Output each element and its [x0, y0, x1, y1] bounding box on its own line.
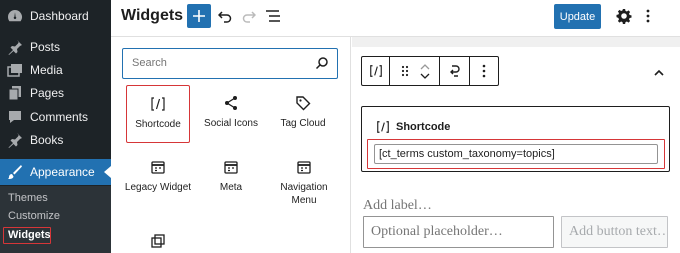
- sidebar-item-label: Appearance: [30, 165, 95, 179]
- sidebar-item-comments[interactable]: Comments: [0, 105, 111, 129]
- sidebar-item-pages[interactable]: Pages: [0, 81, 111, 105]
- submenu-item-customize[interactable]: Customize: [8, 210, 60, 222]
- chevron-up-icon: [420, 63, 429, 69]
- shortcode-block-title: Shortcode: [376, 120, 450, 134]
- pin-icon: [6, 131, 24, 149]
- sidebar-item-label: Posts: [30, 40, 61, 54]
- transform-icon: [449, 65, 460, 77]
- block-options-button[interactable]: [474, 60, 494, 82]
- block-type-button[interactable]: [366, 60, 386, 82]
- block-search-field[interactable]: [122, 48, 338, 79]
- block-inserter-panel: Shortcode Social Icons Tag Cloud Legacy …: [111, 37, 351, 253]
- duplicate-icon: [151, 234, 165, 248]
- block-item-label: Navigation Menu: [280, 182, 328, 206]
- more-vertical-icon: [646, 9, 650, 23]
- page-title: Widgets: [121, 7, 184, 24]
- sidebar-item-label: Dashboard: [30, 9, 89, 23]
- block-mover-segment: [390, 57, 440, 85]
- submenu-item-themes[interactable]: Themes: [8, 192, 48, 204]
- editor-canvas: Shortcode [ct_terms custom_taxonomy=topi…: [352, 37, 680, 253]
- editor-header: Widgets Update: [111, 0, 680, 37]
- move-up-down-buttons[interactable]: [415, 60, 435, 82]
- drag-handle-icon: [401, 65, 408, 77]
- chevron-up-icon[interactable]: [652, 66, 666, 80]
- block-item-tag-cloud[interactable]: Tag Cloud: [269, 95, 337, 130]
- media-icon: [6, 61, 24, 79]
- transform-button[interactable]: [445, 60, 465, 82]
- list-view-button[interactable]: [263, 6, 283, 26]
- drag-handle[interactable]: [395, 60, 415, 82]
- block-item-navigation-menu[interactable]: Navigation Menu: [269, 159, 339, 207]
- sidebar-item-label: Books: [30, 133, 64, 147]
- shortcode-input-highlight: [ct_terms custom_taxonomy=topics]: [367, 139, 665, 169]
- more-vertical-icon: [482, 64, 486, 78]
- search-icon: [315, 57, 328, 70]
- undo-icon: [218, 11, 232, 23]
- block-item-shortcode[interactable]: Shortcode: [126, 85, 190, 143]
- update-button[interactable]: Update: [554, 4, 601, 29]
- sidebar-item-media[interactable]: Media: [0, 58, 111, 82]
- calendar-icon: [224, 161, 238, 174]
- block-item-label: Tag Cloud: [280, 118, 326, 129]
- add-label-field[interactable]: Add label…: [363, 198, 432, 214]
- block-type-segment: [362, 57, 390, 85]
- dashboard-icon: [6, 7, 24, 25]
- sidebar-item-books[interactable]: Books: [0, 128, 111, 152]
- block-item-partial[interactable]: [124, 233, 192, 253]
- search-input[interactable]: [132, 57, 302, 69]
- sidebar-item-posts[interactable]: Posts: [0, 35, 111, 59]
- redo-icon: [242, 11, 256, 23]
- shortcode-block-label: Shortcode: [396, 121, 451, 133]
- block-item-social-icons[interactable]: Social Icons: [197, 95, 265, 130]
- list-view-icon: [266, 10, 280, 22]
- sidebar-item-dashboard[interactable]: Dashboard: [0, 4, 111, 28]
- shortcode-icon: [151, 97, 165, 111]
- pages-icon: [6, 84, 24, 102]
- undo-button[interactable]: [215, 6, 235, 26]
- calendar-icon: [151, 161, 165, 174]
- block-item-label: Shortcode: [135, 119, 181, 130]
- chevron-down-icon: [420, 73, 429, 79]
- shortcode-block[interactable]: Shortcode [ct_terms custom_taxonomy=topi…: [361, 106, 670, 172]
- redo-button[interactable]: [239, 6, 259, 26]
- brush-icon: [6, 163, 24, 181]
- search-placeholder-field[interactable]: Optional placeholder…: [363, 216, 554, 248]
- sidebar-item-label: Media: [30, 63, 63, 77]
- gear-icon: [616, 9, 632, 24]
- sidebar-item-appearance[interactable]: Appearance: [0, 159, 111, 185]
- add-block-button[interactable]: [187, 4, 211, 28]
- search-button-text-field[interactable]: Add button text…: [561, 216, 668, 248]
- sidebar-item-label: Comments: [30, 110, 89, 124]
- tag-icon: [296, 96, 311, 111]
- comments-icon: [6, 108, 24, 126]
- share-icon: [225, 96, 237, 110]
- options-segment: [470, 57, 498, 85]
- shortcode-icon: [377, 121, 389, 133]
- plus-icon: [193, 10, 205, 22]
- settings-button[interactable]: [614, 6, 634, 26]
- block-toolbar: [361, 56, 499, 86]
- pin-icon: [6, 38, 24, 56]
- sidebar-item-label: Pages: [30, 86, 65, 100]
- block-item-meta[interactable]: Meta: [197, 159, 265, 194]
- shortcode-icon: [369, 65, 382, 77]
- block-item-label: Social Icons: [204, 118, 258, 129]
- block-item-label: Legacy Widget: [124, 182, 192, 193]
- transform-segment: [440, 57, 470, 85]
- shortcode-input[interactable]: [ct_terms custom_taxonomy=topics]: [374, 144, 658, 164]
- widgets-highlight-box: [3, 227, 51, 244]
- options-menu-button[interactable]: [638, 6, 658, 26]
- calendar-icon: [297, 161, 311, 174]
- admin-sidebar: Dashboard Posts Media Pages Comments Boo…: [0, 0, 111, 253]
- block-item-legacy-widget[interactable]: Legacy Widget: [124, 159, 192, 194]
- block-item-label: Meta: [219, 182, 243, 193]
